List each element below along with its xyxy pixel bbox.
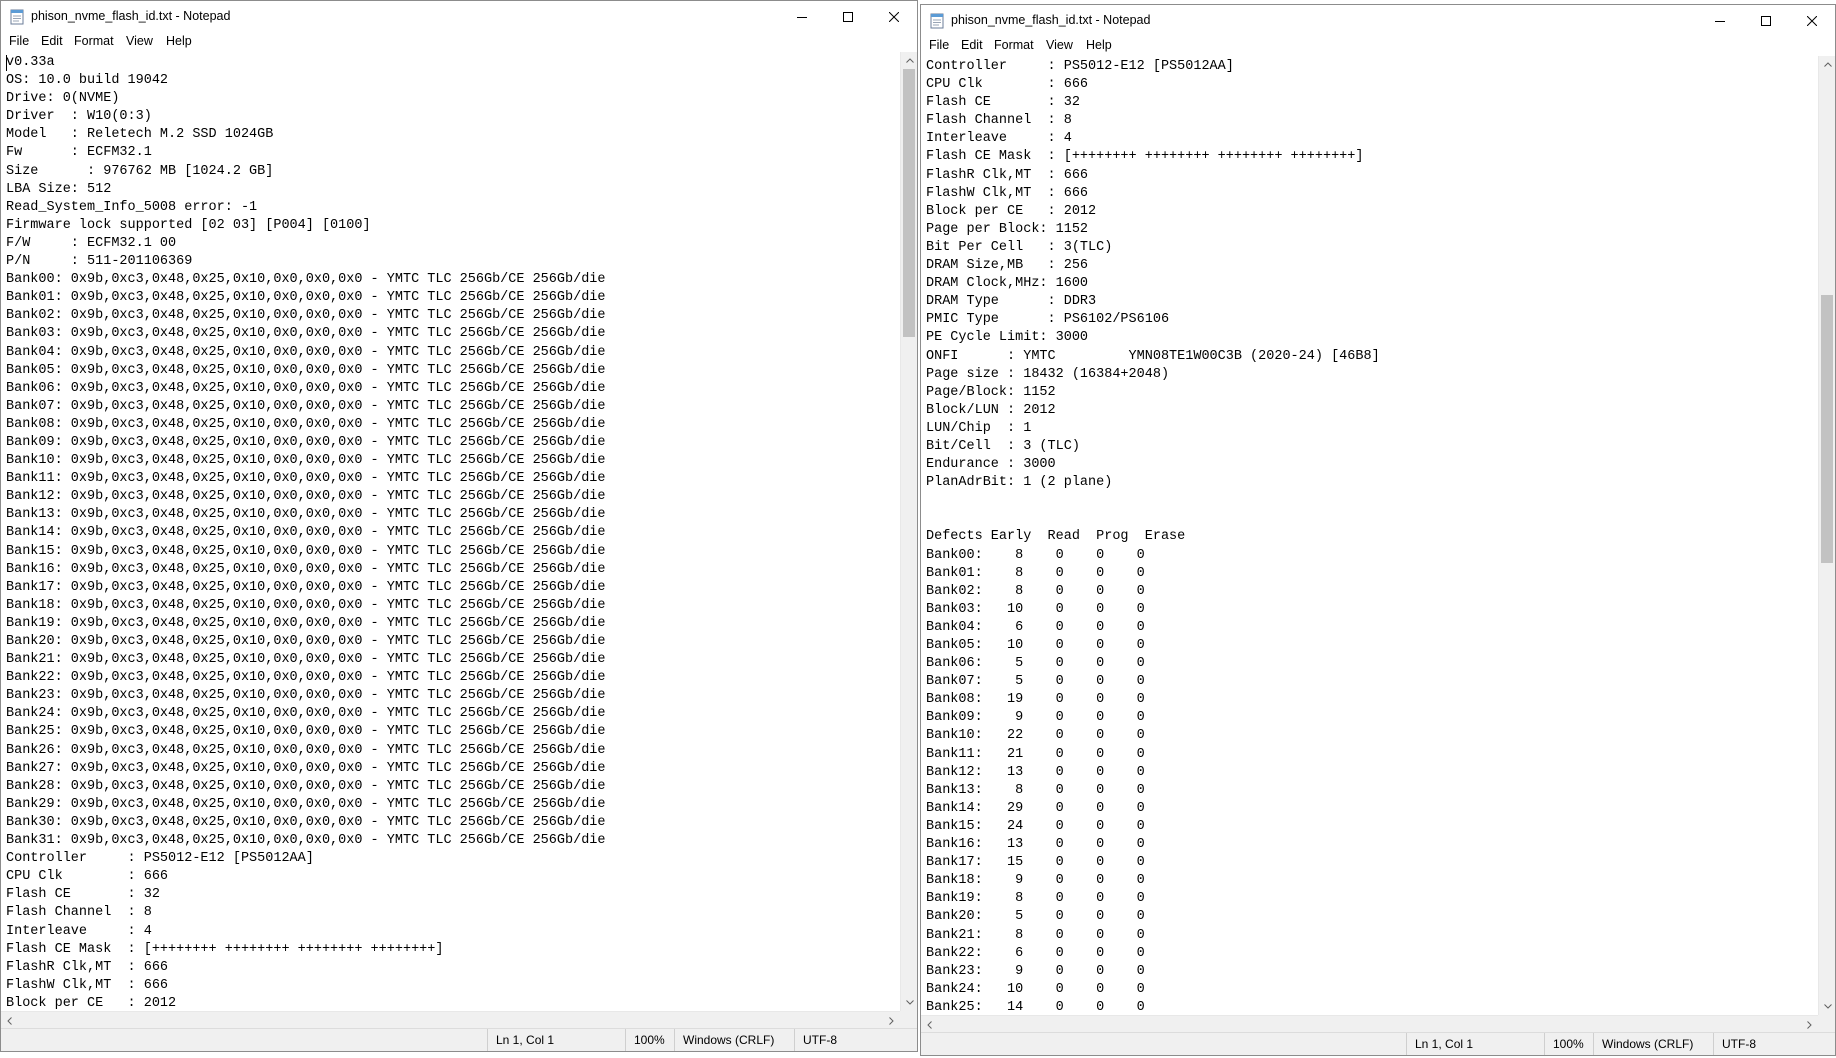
maximize-icon (843, 11, 853, 22)
window-title: phison_nvme_flash_id.txt - Notepad (31, 9, 231, 23)
horizontal-scrollbar[interactable] (1, 1011, 900, 1028)
chevron-left-icon (7, 1016, 12, 1025)
title-bar[interactable]: phison_nvme_flash_id.txt - Notepad (921, 5, 1835, 36)
menu-bar: File Edit Format View Help (921, 36, 1835, 56)
maximize-icon (1761, 15, 1771, 26)
status-position: Ln 1, Col 1 (1406, 1033, 1544, 1055)
minimize-button[interactable] (779, 1, 825, 32)
vertical-scrollbar[interactable] (900, 52, 917, 1011)
scroll-left-button[interactable] (921, 1016, 938, 1033)
maximize-button[interactable] (825, 1, 871, 32)
menu-view[interactable]: View (126, 34, 153, 48)
scroll-left-button[interactable] (1, 1012, 18, 1029)
status-line-ending: Windows (CRLF) (674, 1029, 794, 1051)
close-button[interactable] (1789, 5, 1835, 36)
scroll-up-button[interactable] (901, 52, 917, 69)
chevron-down-icon (905, 1000, 914, 1005)
menu-file[interactable]: File (929, 38, 949, 52)
menu-file[interactable]: File (9, 34, 29, 48)
scrollbar-corner (1818, 1015, 1835, 1032)
maximize-button[interactable] (1743, 5, 1789, 36)
menu-view[interactable]: View (1046, 38, 1073, 52)
scroll-down-button[interactable] (901, 994, 917, 1011)
chevron-right-icon (1807, 1020, 1812, 1029)
status-encoding: UTF-8 (794, 1029, 917, 1051)
close-icon (1807, 15, 1817, 26)
minimize-icon (1715, 20, 1725, 22)
minimize-icon (797, 16, 807, 18)
menu-bar: File Edit Format View Help (1, 32, 917, 52)
status-bar: Ln 1, Col 1 100% Windows (CRLF) UTF-8 (921, 1032, 1835, 1055)
window-title: phison_nvme_flash_id.txt - Notepad (951, 13, 1151, 27)
chevron-down-icon (1823, 1004, 1832, 1009)
menu-help[interactable]: Help (1086, 38, 1112, 52)
scroll-thumb[interactable] (1821, 295, 1833, 564)
text-editor[interactable]: Controller : PS5012-E12 [PS5012AA] CPU C… (921, 56, 1818, 1015)
scroll-up-button[interactable] (1819, 56, 1835, 73)
editor-text: v0.33a OS: 10.0 build 19042 Drive: 0(NVM… (6, 55, 606, 1011)
scrollbar-corner (900, 1011, 917, 1028)
chevron-up-icon (1823, 62, 1832, 67)
horizontal-scrollbar[interactable] (921, 1015, 1818, 1032)
close-icon (889, 11, 899, 22)
status-zoom: 100% (625, 1029, 674, 1051)
editor-text: Controller : PS5012-E12 [PS5012AA] CPU C… (926, 59, 1380, 1015)
title-bar[interactable]: phison_nvme_flash_id.txt - Notepad (1, 1, 917, 32)
notepad-icon (10, 9, 24, 25)
chevron-right-icon (889, 1016, 894, 1025)
status-position: Ln 1, Col 1 (487, 1029, 625, 1051)
menu-format[interactable]: Format (994, 38, 1034, 52)
status-bar: Ln 1, Col 1 100% Windows (CRLF) UTF-8 (1, 1028, 917, 1051)
menu-format[interactable]: Format (74, 34, 114, 48)
notepad-window-right[interactable]: phison_nvme_flash_id.txt - Notepad File … (920, 4, 1836, 1056)
scroll-thumb[interactable] (903, 69, 915, 338)
notepad-window-left[interactable]: phison_nvme_flash_id.txt - Notepad File … (0, 0, 918, 1052)
chevron-up-icon (905, 58, 914, 63)
vertical-scrollbar[interactable] (1818, 56, 1835, 1015)
scroll-right-button[interactable] (1801, 1016, 1818, 1033)
minimize-button[interactable] (1697, 5, 1743, 36)
text-caret (6, 55, 7, 71)
text-editor[interactable]: v0.33a OS: 10.0 build 19042 Drive: 0(NVM… (1, 52, 900, 1011)
scroll-right-button[interactable] (883, 1012, 900, 1029)
menu-help[interactable]: Help (166, 34, 192, 48)
notepad-icon (930, 13, 944, 29)
chevron-left-icon (927, 1020, 932, 1029)
status-line-ending: Windows (CRLF) (1593, 1033, 1713, 1055)
status-encoding: UTF-8 (1713, 1033, 1835, 1055)
status-zoom: 100% (1544, 1033, 1593, 1055)
menu-edit[interactable]: Edit (41, 34, 63, 48)
close-button[interactable] (871, 1, 917, 32)
scroll-down-button[interactable] (1819, 998, 1835, 1015)
menu-edit[interactable]: Edit (961, 38, 983, 52)
